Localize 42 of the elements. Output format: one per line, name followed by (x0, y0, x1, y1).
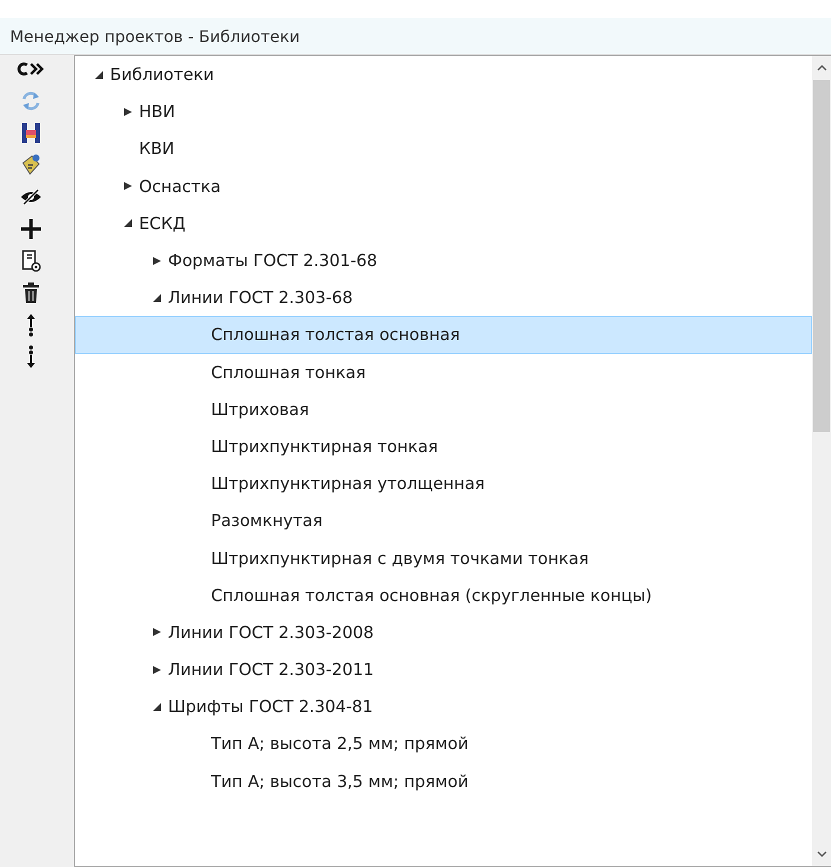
tree-item[interactable]: Сплошная толстая основная (75, 316, 812, 354)
tree-item[interactable]: Штрихпунктирная тонкая (75, 428, 812, 466)
tree-item[interactable]: Тип А; высота 3,5 мм; прямой (75, 762, 812, 800)
sync-icon (20, 90, 42, 112)
tree-item[interactable]: Библиотеки (75, 56, 812, 94)
plus-icon (20, 218, 42, 240)
save-icon (21, 122, 41, 144)
tree-item[interactable]: Линии ГОСТ 2.303-2008 (75, 614, 812, 651)
move-up-icon (26, 313, 36, 337)
tree-item[interactable]: Линии ГОСТ 2.303-2011 (75, 651, 812, 688)
trash-icon (22, 282, 40, 304)
move-down-icon (26, 345, 36, 369)
tree-item[interactable]: Штриховая (75, 390, 812, 428)
scroll-thumb[interactable] (813, 80, 830, 432)
tag-icon (20, 153, 42, 177)
eye-slash-icon (20, 189, 42, 205)
tree-item[interactable]: Сплошная толстая основная (скругленные концы) (75, 576, 812, 614)
tree-item[interactable]: Штрихпунктирная утолщенная (75, 465, 812, 502)
tree-item[interactable]: НВИ (75, 93, 812, 130)
collapse-triangle-icon[interactable] (94, 70, 104, 80)
tree-item[interactable]: КВИ (75, 130, 812, 168)
tree-item[interactable]: Штрихпунктирная с двумя точками тонкая (75, 539, 812, 577)
expand-triangle-icon[interactable] (152, 664, 162, 675)
tree-item[interactable]: Сплошная тонкая (75, 354, 812, 391)
tree-item[interactable]: Тип А; высота 2,5 мм; прямой (75, 725, 812, 763)
window-title: Менеджер проектов - Библиотеки (0, 18, 831, 55)
expand-triangle-icon[interactable] (152, 627, 162, 638)
expand-triangle-icon[interactable] (123, 106, 133, 117)
tree-item[interactable]: Форматы ГОСТ 2.301-68 (75, 242, 812, 280)
collapse-triangle-icon[interactable] (152, 292, 162, 303)
tree-item[interactable]: ЕСКД (75, 204, 812, 242)
expand-triangle-icon[interactable] (123, 181, 133, 192)
tree-item[interactable]: Оснастка (75, 168, 812, 205)
collapse-triangle-icon[interactable] (152, 702, 162, 712)
document-gear-icon (21, 250, 41, 272)
scrollbar[interactable] (812, 56, 831, 866)
tree-item[interactable]: Разомкнутая (75, 502, 812, 540)
expand-triangle-icon[interactable] (152, 256, 162, 266)
collapse-triangle-icon[interactable] (123, 218, 133, 228)
tree-item[interactable]: Шрифты ГОСТ 2.304-81 (75, 688, 812, 726)
refresh-forward-icon (17, 61, 45, 77)
tree-item[interactable]: Линии ГОСТ 2.303-68 (75, 279, 812, 316)
